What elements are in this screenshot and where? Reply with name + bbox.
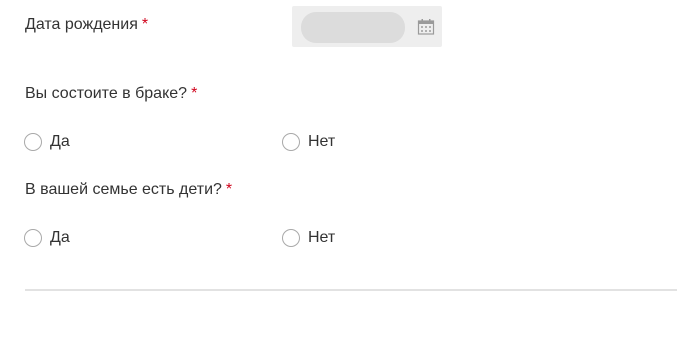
radio-label: Да [50,133,70,150]
calendar-icon[interactable] [417,18,435,36]
radio-label: Нет [308,133,336,150]
married-option-yes[interactable]: Да [24,132,70,152]
required-asterisk: * [225,181,233,198]
birth-date-input[interactable] [301,12,405,43]
birth-date-label: Дата рождения * [25,15,148,35]
married-option-no[interactable]: Нет [282,132,335,152]
required-asterisk: * [141,16,149,33]
radio-button[interactable] [24,229,42,247]
radio-button[interactable] [282,229,300,247]
children-question-text: В вашей семье есть дети? [25,181,222,198]
radio-label: Нет [308,229,336,246]
birth-date-label-text: Дата рождения [25,16,138,33]
section-divider [25,289,677,291]
married-question-text: Вы состоите в браке? [25,85,188,102]
required-asterisk: * [191,85,198,102]
birth-date-field [292,6,442,47]
children-question-label: В вашей семье есть дети? * [25,180,232,200]
radio-button[interactable] [282,133,300,151]
children-option-no[interactable]: Нет [282,228,335,248]
radio-button[interactable] [24,133,42,151]
married-question-label: Вы состоите в браке? * [25,84,197,104]
radio-label: Да [50,229,70,246]
children-option-yes[interactable]: Да [24,228,70,248]
